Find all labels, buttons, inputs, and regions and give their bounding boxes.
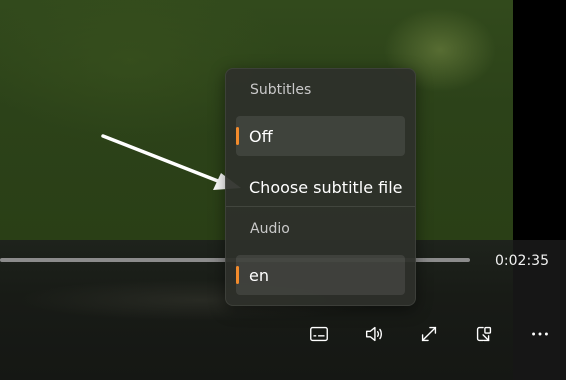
annotation-arrow-icon xyxy=(101,134,241,190)
more-icon xyxy=(532,332,548,336)
letterbox-right xyxy=(513,0,566,240)
fullscreen-icon xyxy=(421,326,437,342)
subtitles-icon xyxy=(310,326,328,342)
audio-option-label: en xyxy=(249,265,269,285)
selected-indicator xyxy=(236,127,239,145)
subtitle-option-label: Off xyxy=(249,126,273,146)
audio-header: Audio xyxy=(250,221,290,237)
volume-icon xyxy=(365,326,383,342)
time-display: 0:02:35 xyxy=(495,253,549,269)
audio-option-en[interactable]: en xyxy=(236,255,405,295)
selected-indicator xyxy=(236,266,239,284)
volume-button[interactable] xyxy=(360,320,388,348)
subtitle-audio-menu: Subtitles Off Choose subtitle file Audio… xyxy=(225,68,416,306)
choose-subtitle-file-option[interactable]: Choose subtitle file xyxy=(236,167,405,207)
more-button[interactable] xyxy=(526,320,554,348)
subtitles-button[interactable] xyxy=(305,320,333,348)
mini-player-icon xyxy=(476,326,492,342)
fullscreen-button[interactable] xyxy=(415,320,443,348)
subtitle-option-off[interactable]: Off xyxy=(236,116,405,156)
subtitles-header: Subtitles xyxy=(250,82,312,98)
menu-divider xyxy=(226,206,415,207)
mini-player-button[interactable] xyxy=(470,320,498,348)
subtitle-option-label: Choose subtitle file xyxy=(249,177,403,197)
